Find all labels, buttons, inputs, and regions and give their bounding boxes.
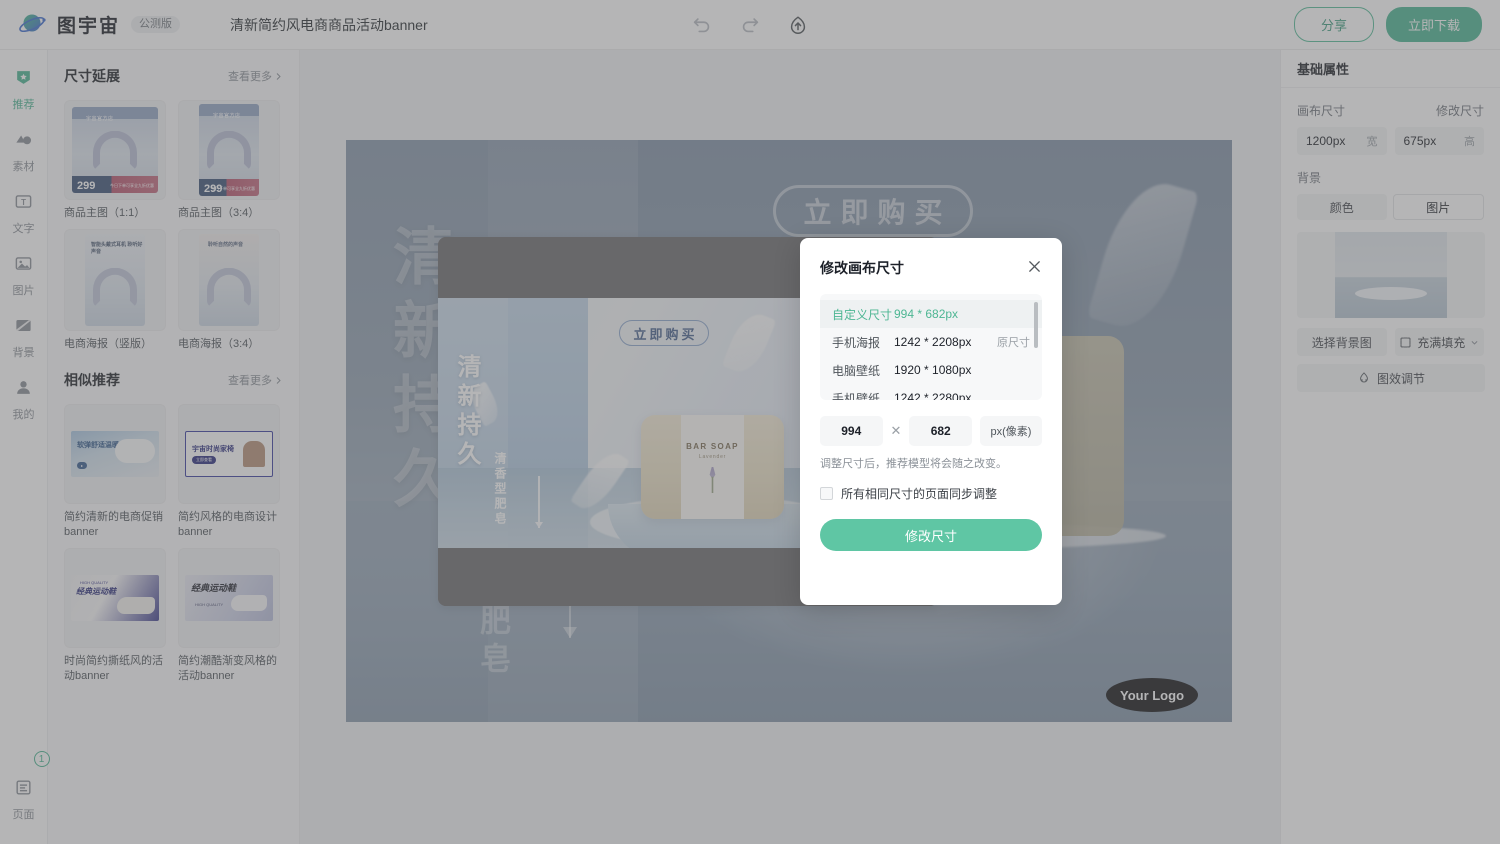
preset-name: 手机海报 bbox=[832, 335, 881, 350]
preset-name: 电脑壁纸 bbox=[832, 363, 881, 378]
dialog-title: 修改画布尺寸 bbox=[820, 260, 904, 276]
preset-size-list[interactable]: 自定义尺寸 994 * 682px 手机海报 1242 * 2208px 原尺寸… bbox=[820, 294, 1042, 400]
preset-item-custom[interactable]: 自定义尺寸 994 * 682px bbox=[820, 300, 1042, 328]
app-root: 图宇宙 公测版 清新简约风电商商品活动banner 分享 立即下载 推荐 素材 … bbox=[0, 0, 1500, 844]
resize-hint: 调整尺寸后，推荐模型将会随之改变。 bbox=[820, 458, 1007, 470]
unit-select[interactable]: px(像素) bbox=[980, 416, 1042, 446]
modal-overlay[interactable] bbox=[0, 0, 1500, 844]
preset-size: 994 * 682px bbox=[894, 307, 959, 321]
multiply-icon: ✕ bbox=[890, 423, 902, 438]
size-input-row: 994 ✕ 682 px(像素) bbox=[820, 416, 1042, 446]
sync-pages-checkbox[interactable]: 所有相同尺寸的页面同步调整 bbox=[820, 485, 1042, 502]
resize-canvas-dialog: 修改画布尺寸 自定义尺寸 994 * 682px 手机海报 1242 * 220… bbox=[800, 238, 1062, 605]
preset-item-phone-wallpaper[interactable]: 手机壁纸 1242 * 2280px bbox=[820, 384, 1042, 400]
checkbox-label: 所有相同尺寸的页面同步调整 bbox=[841, 487, 998, 501]
preset-item-desktop-wallpaper[interactable]: 电脑壁纸 1920 * 1080px bbox=[820, 356, 1042, 384]
preset-tag: 原尺寸 bbox=[997, 337, 1030, 349]
preset-name: 手机壁纸 bbox=[832, 391, 881, 401]
height-input[interactable]: 682 bbox=[909, 416, 972, 446]
confirm-resize-button[interactable]: 修改尺寸 bbox=[820, 519, 1042, 551]
preset-size: 1242 * 2280px bbox=[894, 391, 972, 400]
close-icon[interactable] bbox=[1027, 259, 1042, 277]
preset-item-phone-poster[interactable]: 手机海报 1242 * 2208px 原尺寸 bbox=[820, 328, 1042, 356]
preset-name: 自定义尺寸 bbox=[832, 307, 893, 322]
dialog-header: 修改画布尺寸 bbox=[820, 258, 1042, 278]
preset-size: 1242 * 2208px bbox=[894, 335, 972, 349]
preset-list-scrollbar[interactable] bbox=[1034, 302, 1038, 348]
width-input[interactable]: 994 bbox=[820, 416, 883, 446]
checkbox-box[interactable] bbox=[820, 487, 833, 500]
preset-size: 1920 * 1080px bbox=[894, 363, 972, 377]
